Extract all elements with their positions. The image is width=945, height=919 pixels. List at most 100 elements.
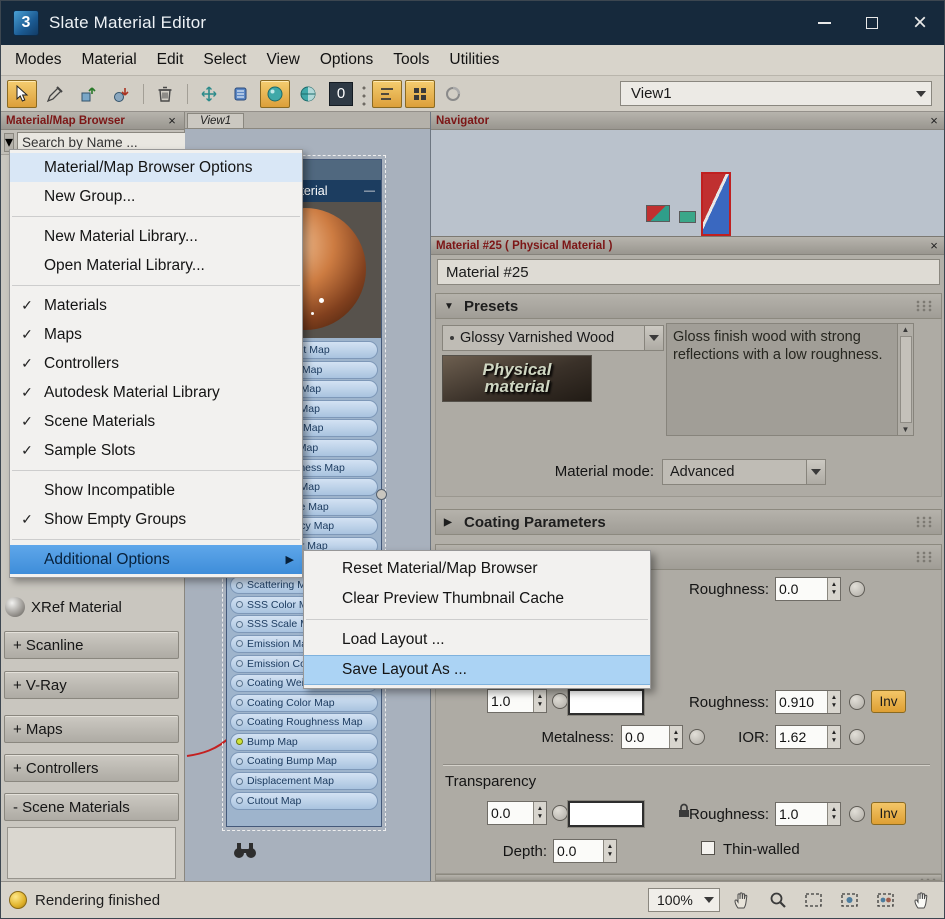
spinner-arrows-icon[interactable] bbox=[827, 578, 840, 600]
browser-close-button[interactable]: × bbox=[165, 114, 179, 128]
menu-item-autodesk-material-library[interactable]: ✓ Autodesk Material Library bbox=[10, 378, 302, 407]
material-id-channel-button[interactable]: 0 bbox=[326, 80, 356, 108]
node-slot[interactable]: Displacement Map bbox=[230, 772, 378, 791]
material-panel-close-button[interactable]: × bbox=[927, 239, 941, 253]
toolbar-drag-handle[interactable] bbox=[359, 81, 369, 106]
browser-rollout-scanline[interactable]: + Scanline bbox=[4, 631, 179, 659]
menu-options[interactable]: Options bbox=[310, 47, 383, 73]
show-background-button[interactable] bbox=[293, 80, 323, 108]
spinner-arrows-icon[interactable] bbox=[533, 802, 546, 824]
layout-children-button[interactable] bbox=[372, 79, 402, 108]
pan-tool-button[interactable] bbox=[728, 887, 756, 913]
menu-view[interactable]: View bbox=[256, 47, 309, 73]
thin-walled-checkbox[interactable] bbox=[701, 841, 715, 855]
close-button[interactable]: × bbox=[896, 1, 944, 45]
submenu-item-reset-browser[interactable]: Reset Material/Map Browser bbox=[304, 554, 650, 584]
zoom-region-button[interactable] bbox=[800, 887, 828, 913]
slot-socket-connected-icon[interactable] bbox=[236, 738, 243, 746]
material-name-field[interactable] bbox=[437, 259, 940, 285]
delete-selected-button[interactable] bbox=[150, 80, 180, 108]
coating-parameters-rollout-header[interactable]: ▶ Coating Parameters bbox=[435, 509, 942, 535]
browser-rollout-scene-materials[interactable]: - Scene Materials bbox=[4, 793, 179, 821]
menu-material[interactable]: Material bbox=[72, 47, 147, 73]
chevron-down-icon[interactable] bbox=[911, 82, 931, 105]
slot-socket-icon[interactable] bbox=[236, 699, 243, 707]
layout-all-button[interactable] bbox=[405, 79, 435, 108]
browser-rollout-vray[interactable]: + V-Ray bbox=[4, 671, 179, 699]
move-children-button[interactable] bbox=[194, 80, 224, 108]
base-roughness-spinner[interactable]: 0.0 bbox=[775, 577, 841, 601]
chevron-down-icon[interactable] bbox=[806, 460, 825, 484]
menu-select[interactable]: Select bbox=[193, 47, 256, 73]
slot-socket-icon[interactable] bbox=[236, 601, 243, 609]
menu-item-controllers[interactable]: ✓ Controllers bbox=[10, 349, 302, 378]
ior-spinner[interactable]: 1.62 bbox=[775, 725, 841, 749]
navigator-node-thumbnail[interactable] bbox=[679, 211, 696, 223]
slot-socket-icon[interactable] bbox=[236, 640, 243, 648]
submenu-item-clear-thumbnail-cache[interactable]: Clear Preview Thumbnail Cache bbox=[304, 584, 650, 614]
menu-item-maps[interactable]: ✓ Maps bbox=[10, 320, 302, 349]
menu-item-sample-slots[interactable]: ✓ Sample Slots bbox=[10, 436, 302, 465]
preset-select[interactable]: Glossy Varnished Wood bbox=[442, 325, 664, 351]
navigator-node-thumbnail[interactable] bbox=[646, 205, 670, 222]
scroll-up-icon[interactable]: ▲ bbox=[902, 325, 910, 334]
menu-edit[interactable]: Edit bbox=[147, 47, 194, 73]
menu-item-scene-materials[interactable]: ✓ Scene Materials bbox=[10, 407, 302, 436]
map-assign-button[interactable] bbox=[849, 806, 865, 822]
menu-item-materials[interactable]: ✓ Materials bbox=[10, 291, 302, 320]
spinner-arrows-icon[interactable] bbox=[669, 726, 682, 748]
menu-item-show-empty-groups[interactable]: ✓ Show Empty Groups bbox=[10, 505, 302, 534]
rollout-drag-grip[interactable] bbox=[915, 551, 933, 563]
map-assign-button[interactable] bbox=[552, 805, 568, 821]
menu-item-additional-options[interactable]: Additional Options ▶ bbox=[10, 545, 302, 574]
menu-item-new-material-library[interactable]: New Material Library... bbox=[10, 222, 302, 251]
rollout-drag-grip[interactable] bbox=[915, 300, 933, 312]
spinner-arrows-icon[interactable] bbox=[533, 690, 546, 712]
title-bar[interactable]: 3 Slate Material Editor × bbox=[1, 1, 944, 45]
submenu-item-load-layout[interactable]: Load Layout ... bbox=[304, 625, 650, 655]
scrollbar-thumb[interactable] bbox=[899, 336, 912, 423]
slot-socket-icon[interactable] bbox=[236, 660, 243, 667]
node-slot[interactable]: Coating Color Map bbox=[230, 693, 378, 712]
navigator-close-button[interactable]: × bbox=[927, 114, 941, 128]
navigator-current-view-frame[interactable] bbox=[701, 172, 731, 236]
node-slot-bump-map[interactable]: Bump Map bbox=[230, 732, 378, 751]
pan-to-selected-icon[interactable] bbox=[233, 842, 257, 864]
maximize-button[interactable] bbox=[848, 1, 896, 45]
menu-item-show-incompatible[interactable]: Show Incompatible bbox=[10, 476, 302, 505]
base-color-swatch[interactable] bbox=[568, 689, 644, 715]
trans-roughness-spinner[interactable]: 1.0 bbox=[775, 802, 841, 826]
node-slot[interactable]: Coating Bump Map bbox=[230, 752, 378, 771]
zoom-tool-button[interactable] bbox=[764, 887, 792, 913]
map-assign-button[interactable] bbox=[849, 729, 865, 745]
select-tool-button[interactable] bbox=[7, 79, 37, 108]
invert-trans-roughness-button[interactable]: Inv bbox=[871, 802, 906, 825]
pick-material-button[interactable] bbox=[40, 80, 70, 108]
update-preview-button[interactable] bbox=[438, 80, 468, 108]
spinner-arrows-icon[interactable] bbox=[827, 803, 840, 825]
put-material-to-scene-button[interactable] bbox=[73, 80, 103, 108]
hide-unused-nodeslots-button[interactable] bbox=[227, 80, 257, 108]
xref-material-item[interactable]: XRef Material bbox=[5, 593, 178, 621]
show-shaded-material-button[interactable] bbox=[260, 79, 290, 108]
chevron-down-icon[interactable] bbox=[644, 326, 663, 350]
base-weight-spinner[interactable]: 1.0 bbox=[487, 689, 547, 713]
map-assign-button[interactable] bbox=[849, 581, 865, 597]
slot-socket-icon[interactable] bbox=[236, 620, 243, 628]
browser-rollout-controllers[interactable]: + Controllers bbox=[4, 754, 179, 782]
node-output-socket[interactable] bbox=[376, 489, 387, 500]
description-scrollbar[interactable]: ▲ ▼ bbox=[897, 324, 913, 435]
chevron-down-icon[interactable] bbox=[699, 889, 719, 911]
slot-socket-icon[interactable] bbox=[236, 679, 243, 687]
slot-socket-icon[interactable] bbox=[236, 718, 243, 726]
pan-to-selected-button[interactable] bbox=[908, 887, 936, 913]
invert-roughness-button[interactable]: Inv bbox=[871, 690, 906, 713]
node-slot[interactable]: Cutout Map bbox=[230, 791, 378, 810]
depth-spinner[interactable]: 0.0 bbox=[553, 839, 617, 863]
map-assign-button[interactable] bbox=[689, 729, 705, 745]
slot-socket-icon[interactable] bbox=[236, 777, 243, 785]
navigator-canvas[interactable] bbox=[431, 130, 944, 237]
scroll-down-icon[interactable]: ▼ bbox=[902, 425, 910, 434]
slot-socket-icon[interactable] bbox=[236, 581, 243, 589]
node-minimize-icon[interactable]: — bbox=[364, 185, 375, 197]
